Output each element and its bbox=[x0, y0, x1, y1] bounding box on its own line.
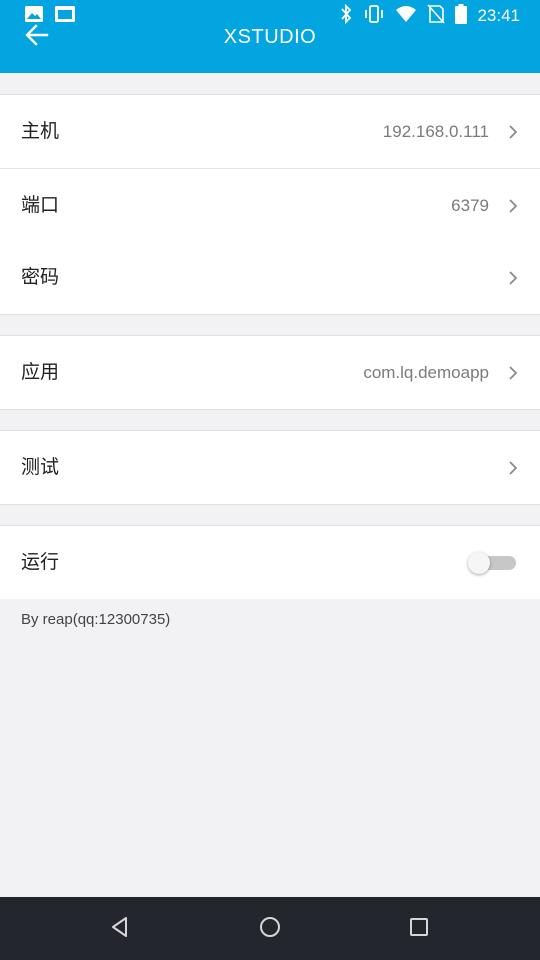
setting-row-password[interactable]: 密码 bbox=[0, 241, 540, 314]
no-sim-icon bbox=[427, 4, 446, 28]
chevron-right-icon bbox=[508, 198, 518, 214]
nav-back-button[interactable] bbox=[105, 914, 135, 944]
setting-value: 6379 bbox=[451, 196, 489, 215]
bluetooth-icon bbox=[339, 3, 353, 28]
app-settings-group: 应用 com.lq.demoapp bbox=[0, 335, 540, 410]
chevron-right-icon bbox=[508, 270, 518, 286]
page-title: XSTUDIO bbox=[223, 26, 317, 48]
status-time: 23:41 bbox=[477, 6, 520, 25]
toggle-knob bbox=[468, 552, 490, 574]
setting-value: 192.168.0.111 bbox=[382, 122, 489, 141]
battery-icon bbox=[455, 4, 468, 28]
back-triangle-icon bbox=[110, 916, 130, 942]
setting-row-port[interactable]: 端口 6379 bbox=[0, 168, 540, 241]
recents-square-icon bbox=[409, 917, 429, 941]
setting-label: 应用 bbox=[21, 361, 60, 383]
chevron-right-icon bbox=[508, 124, 518, 140]
app-header: 23:41 XSTUDIO bbox=[0, 0, 540, 73]
setting-label: 端口 bbox=[21, 194, 60, 216]
setting-row-host[interactable]: 主机 192.168.0.111 bbox=[0, 95, 540, 168]
author-note: By reap(qq:12300735) bbox=[21, 611, 171, 628]
wifi-icon bbox=[395, 5, 417, 27]
setting-value: com.lq.demoapp bbox=[363, 363, 489, 382]
vibrate-icon bbox=[363, 4, 385, 28]
setting-row-run: 运行 bbox=[0, 526, 540, 599]
setting-label: 密码 bbox=[21, 266, 60, 288]
chevron-right-icon bbox=[508, 460, 518, 476]
setting-label: 主机 bbox=[21, 120, 60, 142]
setting-label: 测试 bbox=[21, 456, 60, 478]
screen-icon bbox=[54, 5, 76, 27]
nav-recents-button[interactable] bbox=[404, 914, 434, 944]
setting-row-app[interactable]: 应用 com.lq.demoapp bbox=[0, 336, 540, 409]
test-settings-group: 测试 bbox=[0, 430, 540, 505]
system-nav-bar bbox=[0, 897, 540, 960]
connection-settings-group: 主机 192.168.0.111 端口 6379 密码 bbox=[0, 94, 540, 315]
nav-home-button[interactable] bbox=[255, 914, 285, 944]
setting-row-test[interactable]: 测试 bbox=[0, 431, 540, 504]
chevron-right-icon bbox=[508, 365, 518, 381]
home-circle-icon bbox=[259, 916, 281, 942]
run-settings-group: 运行 bbox=[0, 525, 540, 599]
run-toggle-switch[interactable] bbox=[468, 552, 516, 574]
setting-label: 运行 bbox=[21, 551, 60, 573]
